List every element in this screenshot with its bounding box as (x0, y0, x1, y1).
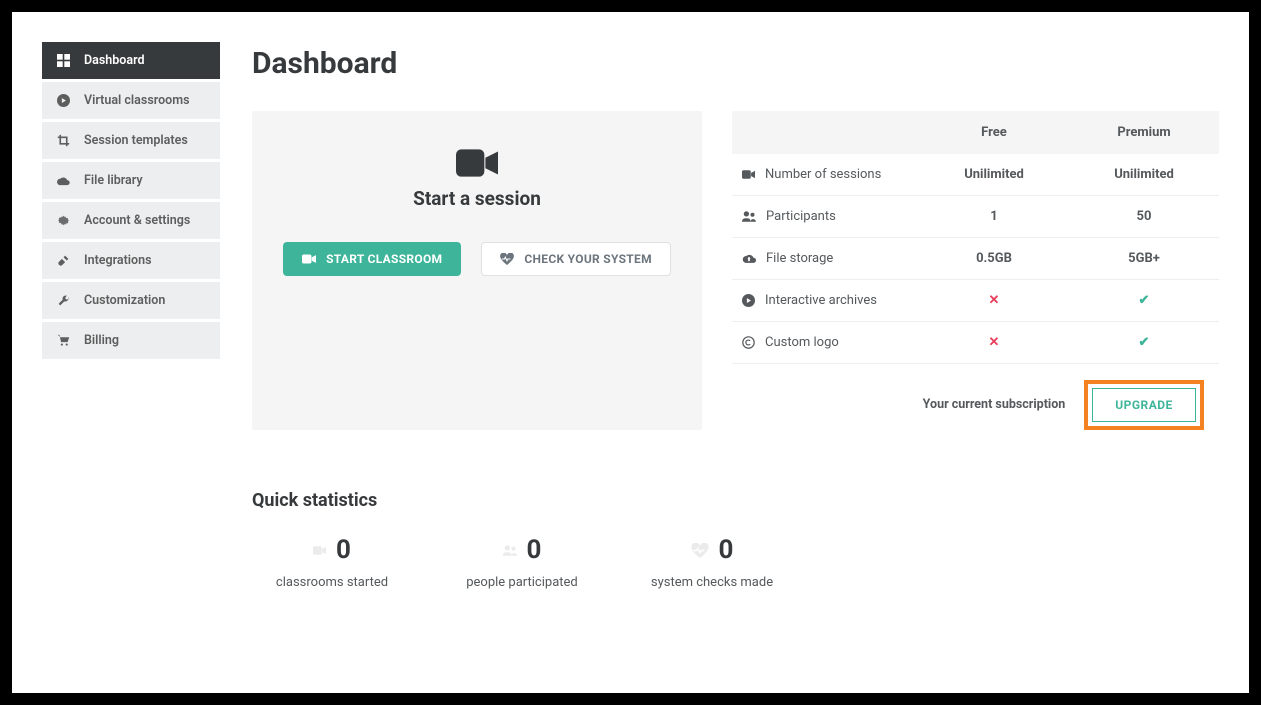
plan-row-label: Interactive archives (765, 293, 877, 308)
start-session-card: Start a session START CLASSROOM CHECK YO… (252, 111, 702, 430)
plan-row: Participants 150 (732, 196, 1219, 238)
plan-row-label: Participants (766, 209, 836, 224)
users-icon (742, 211, 756, 222)
plan-cell-free: 0.5GB (919, 251, 1069, 266)
plan-cell-premium: Unilimited (1069, 167, 1219, 182)
sidebar-item-label: Customization (84, 293, 165, 308)
column-header-free: Free (919, 125, 1069, 140)
sidebar-item-billing[interactable]: Billing (42, 322, 220, 359)
page-title: Dashboard (252, 46, 1219, 81)
stat-value: 0 (336, 535, 351, 565)
cart-icon (56, 334, 70, 348)
wrench-icon (56, 294, 70, 308)
copyright-icon (742, 336, 755, 349)
sidebar-item-integrations[interactable]: Integrations (42, 242, 220, 279)
camera-icon (456, 149, 498, 177)
sidebar-item-file-library[interactable]: File library (42, 162, 220, 199)
column-header-premium: Premium (1069, 125, 1219, 140)
stat-item: 0 classrooms started (252, 535, 412, 590)
stat-label: people participated (442, 575, 602, 590)
sidebar-item-label: File library (84, 173, 143, 188)
stat-value: 0 (719, 535, 734, 565)
plan-row-label: Custom logo (765, 335, 839, 350)
plan-row-label: File storage (766, 251, 833, 266)
heartbeat-icon (691, 543, 709, 558)
play-circle-icon (742, 294, 755, 307)
quick-statistics-title: Quick statistics (252, 490, 1219, 511)
cross-icon: ✕ (989, 335, 1000, 350)
stat-item: 0 people participated (442, 535, 602, 590)
plan-row-label: Number of sessions (765, 167, 881, 182)
plan-row: Number of sessions UnilimitedUnilimited (732, 154, 1219, 196)
plan-cell-premium: 5GB+ (1069, 251, 1219, 266)
plan-row: File storage 0.5GB5GB+ (732, 238, 1219, 280)
gear-icon (56, 214, 70, 228)
stat-label: system checks made (632, 575, 792, 590)
play-circle-icon (56, 94, 70, 108)
plan-cell-free: ✕ (919, 335, 1069, 350)
sidebar-item-session-templates[interactable]: Session templates (42, 122, 220, 159)
upgrade-highlight: UPGRADE (1084, 380, 1204, 430)
plan-cell-free: 1 (919, 209, 1069, 224)
sidebar-item-virtual-classrooms[interactable]: Virtual classrooms (42, 82, 220, 119)
sidebar-item-label: Virtual classrooms (84, 93, 190, 108)
crop-icon (56, 134, 70, 148)
current-subscription-label: Your current subscription (919, 396, 1069, 414)
sidebar-item-label: Dashboard (84, 53, 145, 68)
sidebar-item-label: Session templates (84, 133, 188, 148)
plan-cell-premium: ✔ (1069, 335, 1219, 350)
sidebar-item-dashboard[interactable]: Dashboard (42, 42, 220, 79)
plan-cell-free: ✕ (919, 293, 1069, 308)
upgrade-button[interactable]: UPGRADE (1092, 388, 1196, 422)
check-icon: ✔ (1139, 293, 1150, 308)
camera-icon (302, 254, 316, 264)
check-system-button[interactable]: CHECK YOUR SYSTEM (481, 242, 671, 276)
check-icon: ✔ (1139, 335, 1150, 350)
sidebar-item-customization[interactable]: Customization (42, 282, 220, 319)
plan-cell-premium: ✔ (1069, 293, 1219, 308)
plan-cell-premium: 50 (1069, 209, 1219, 224)
stat-item: 0 system checks made (632, 535, 792, 590)
cross-icon: ✕ (989, 293, 1000, 308)
sidebar: Dashboard Virtual classrooms Session tem… (42, 42, 220, 663)
camera-icon (742, 170, 755, 179)
heartbeat-icon (500, 253, 514, 265)
plan-comparison-table: Free Premium Number of sessions Unilimite… (732, 111, 1219, 430)
cloud-up-icon (742, 253, 756, 264)
sidebar-item-label: Account & settings (84, 213, 190, 228)
sidebar-item-label: Billing (84, 333, 119, 348)
users-icon (503, 545, 517, 556)
sidebar-item-account-settings[interactable]: Account & settings (42, 202, 220, 239)
stat-label: classrooms started (252, 575, 412, 590)
plan-row: Custom logo ✕ ✔ (732, 322, 1219, 364)
sidebar-item-label: Integrations (84, 253, 152, 268)
stat-value: 0 (527, 535, 542, 565)
camera-icon (313, 546, 326, 555)
plug-icon (56, 254, 70, 268)
start-session-title: Start a session (413, 187, 541, 210)
cloud-icon (56, 174, 70, 188)
plan-row: Interactive archives ✕ ✔ (732, 280, 1219, 322)
start-classroom-button[interactable]: START CLASSROOM (283, 242, 461, 276)
grid-icon (56, 54, 70, 68)
plan-cell-free: Unilimited (919, 167, 1069, 182)
